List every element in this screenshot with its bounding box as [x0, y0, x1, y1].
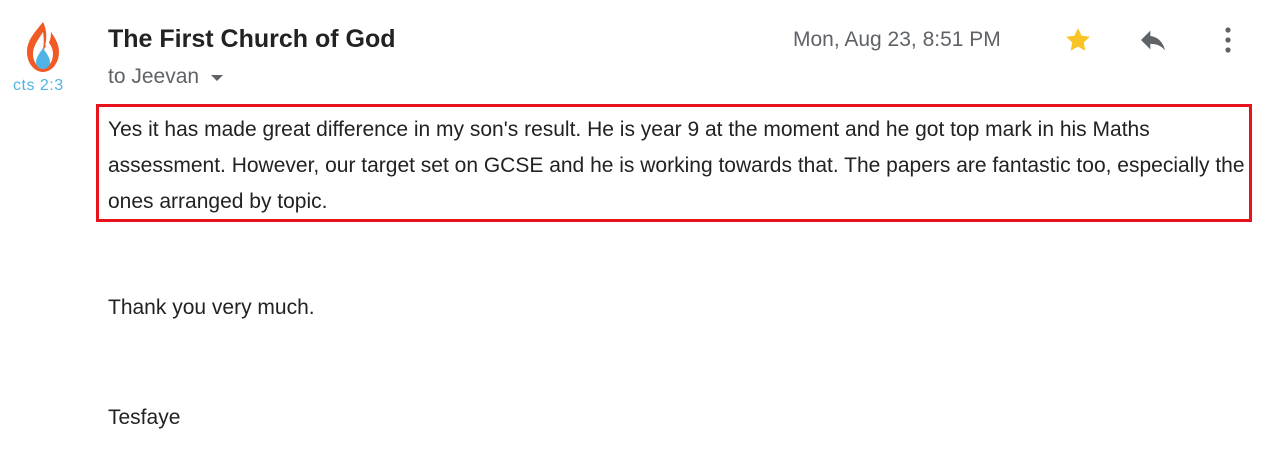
reply-icon[interactable]	[1137, 24, 1169, 56]
star-icon[interactable]	[1063, 25, 1093, 55]
sender-name: The First Church of God	[108, 25, 396, 53]
star-button[interactable]	[1060, 22, 1096, 58]
caret-down-icon[interactable]	[211, 75, 224, 81]
email-date: Mon, Aug 23, 8:51 PM	[793, 28, 1001, 51]
recipient-label: to Jeevan	[108, 65, 200, 88]
recipient-toggle[interactable]: to Jeevan	[108, 65, 224, 89]
reply-button[interactable]	[1135, 22, 1171, 58]
email-body: Yes it has made great difference in my s…	[108, 118, 1245, 213]
avatar-text: cts 2:3	[13, 77, 64, 94]
email-closing: Thank you very much.	[108, 296, 315, 319]
more-options-button[interactable]	[1210, 22, 1246, 58]
more-vert-icon[interactable]	[1223, 25, 1233, 55]
flame-logo-icon	[27, 22, 59, 72]
email-signature: Tesfaye	[108, 406, 181, 429]
sender-avatar: cts 2:3	[13, 20, 73, 96]
